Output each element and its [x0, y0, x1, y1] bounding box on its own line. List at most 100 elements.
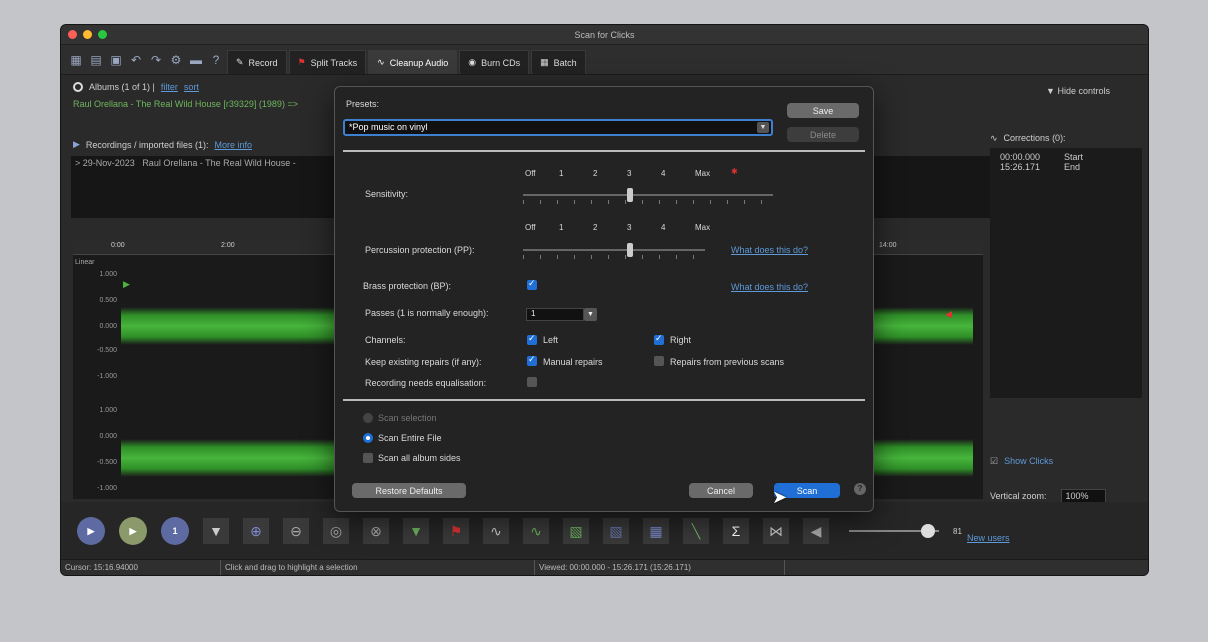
redo-icon[interactable]: ↷: [147, 51, 165, 69]
play-selection-button[interactable]: ▶: [119, 517, 147, 545]
axis-label: 0.500: [99, 297, 117, 304]
waveform-icon: ∿: [377, 57, 385, 67]
folder-icon[interactable]: ▬: [187, 51, 205, 69]
zoom-in-icon[interactable]: ⊕: [243, 518, 269, 544]
percussion-thumb[interactable]: [627, 243, 633, 257]
marker-down-icon[interactable]: ▼: [403, 518, 429, 544]
scan-selection-radio[interactable]: [363, 413, 373, 423]
cancel-button[interactable]: Cancel: [689, 483, 753, 498]
percussion-help-link[interactable]: What does this do?: [731, 245, 808, 255]
sensitivity-thumb[interactable]: [627, 188, 633, 202]
correction-time: 00:00.000: [1000, 152, 1041, 162]
sort-link[interactable]: sort: [184, 82, 199, 92]
preset-select[interactable]: *Pop music on vinyl ▼: [343, 119, 773, 136]
right-channel-checkbox[interactable]: [654, 333, 664, 345]
volume-thumb[interactable]: [921, 524, 935, 538]
album-radio-icon[interactable]: [73, 82, 83, 92]
play-button[interactable]: ▶: [77, 517, 105, 545]
list-item[interactable]: 15:26.171 End: [1000, 162, 1132, 172]
record-tab-icon: ✎: [236, 57, 244, 67]
main-toolbar: ▦ ▤ ▣ ↶ ↷ ⚙ ▬ ? ✎ Record ⚑ Split Tracks ∿ C…: [61, 45, 1148, 75]
previous-repairs-checkbox[interactable]: [654, 356, 664, 366]
restore-defaults-button[interactable]: Restore Defaults: [352, 483, 466, 498]
close-window-button[interactable]: [68, 30, 77, 39]
slider-tick-label: Off: [525, 223, 536, 232]
new-users-link[interactable]: New users: [967, 533, 1010, 543]
mouse-pointer-icon: ➤: [772, 487, 788, 507]
ruler-tick: 2:00: [221, 242, 235, 249]
passes-value: 1: [531, 309, 536, 318]
play-one-button[interactable]: 1: [161, 517, 189, 545]
left-channel-checkbox[interactable]: [527, 333, 537, 345]
hatch-blue-icon[interactable]: ▧: [603, 518, 629, 544]
percussion-label: Percussion protection (PP):: [365, 245, 475, 255]
window-title: Scan for Clicks: [574, 29, 635, 40]
status-viewed: Viewed: 00:00.000 - 15:26.171 (15:26.171…: [535, 560, 785, 575]
corrections-list[interactable]: 00:00.000 Start 15:26.171 End: [990, 148, 1142, 398]
undo-icon[interactable]: ↶: [127, 51, 145, 69]
previous-repairs-label: Repairs from previous scans: [670, 357, 785, 367]
delete-preset-button[interactable]: Delete: [787, 127, 859, 142]
tab-split-tracks[interactable]: ⚑ Split Tracks: [288, 50, 367, 74]
zoom-out-icon[interactable]: ⊖: [283, 518, 309, 544]
tab-cleanup-audio[interactable]: ∿ Cleanup Audio: [368, 50, 458, 74]
tab-burn-cds[interactable]: ◉ Burn CDs: [459, 50, 530, 74]
tab-batch[interactable]: ▦ Batch: [531, 50, 586, 74]
more-info-link[interactable]: More info: [214, 140, 252, 150]
new-project-icon[interactable]: ▦: [67, 51, 85, 69]
save-icon[interactable]: ▣: [107, 51, 125, 69]
axis-label: -1.000: [97, 373, 117, 380]
show-clicks-label: Show Clicks: [1004, 456, 1054, 466]
zoom-reset-icon[interactable]: ⊗: [363, 518, 389, 544]
brass-checkbox[interactable]: [527, 278, 537, 290]
equalisation-checkbox[interactable]: [527, 377, 537, 387]
slider-tick-mark: [523, 255, 524, 259]
filter-icon[interactable]: ▼: [203, 518, 229, 544]
axis-label: -0.500: [97, 459, 117, 466]
filter-link[interactable]: filter: [161, 82, 178, 92]
status-bar: Cursor: 15:16.94000 Click and drag to hi…: [61, 559, 1148, 575]
line-tool-icon[interactable]: ╲: [683, 518, 709, 544]
slider-tick-label: Max: [695, 169, 711, 178]
hide-controls-button[interactable]: ▼ Hide controls: [1046, 86, 1110, 96]
start-marker-icon[interactable]: ▶: [123, 279, 130, 290]
help-icon[interactable]: ?: [207, 51, 225, 69]
scan-entire-radio[interactable]: [363, 433, 373, 443]
sensitivity-slider[interactable]: [523, 188, 773, 204]
chevron-down-icon[interactable]: ▼: [757, 122, 769, 133]
sigma-icon[interactable]: Σ: [723, 518, 749, 544]
slider-tick-mark: [659, 200, 660, 204]
vertical-zoom-select[interactable]: 100%: [1060, 489, 1106, 503]
open-folder-icon[interactable]: ▤: [87, 51, 105, 69]
manual-repairs-checkbox[interactable]: [527, 354, 537, 366]
show-clicks-checkbox[interactable]: ☑: [990, 456, 998, 467]
minimize-window-button[interactable]: [83, 30, 92, 39]
scan-all-sides-checkbox[interactable]: [363, 453, 373, 463]
list-item[interactable]: 00:00.000 Start: [1000, 152, 1132, 162]
slider-tick-label: 3: [627, 169, 632, 178]
click-waveform-icon[interactable]: ∿: [483, 518, 509, 544]
slider-tick-mark: [642, 200, 643, 204]
slider-tick-mark: [540, 200, 541, 204]
brass-help-link[interactable]: What does this do?: [731, 282, 808, 292]
tab-record[interactable]: ✎ Record: [227, 50, 287, 74]
hide-controls-label: Hide controls: [1057, 86, 1110, 96]
show-clicks-row[interactable]: ☑ Show Clicks: [990, 456, 1142, 467]
slider-tick-mark: [761, 200, 762, 204]
save-preset-button[interactable]: Save: [787, 103, 859, 118]
split-marker-icon[interactable]: ⚑: [443, 518, 469, 544]
zoom-fit-icon[interactable]: ◎: [323, 518, 349, 544]
help-icon[interactable]: ?: [854, 483, 866, 495]
zoom-window-button[interactable]: [98, 30, 107, 39]
chevron-down-icon[interactable]: ▼: [584, 308, 597, 321]
calendar-icon[interactable]: ▦: [643, 518, 669, 544]
repair-waveform-icon[interactable]: ∿: [523, 518, 549, 544]
bowtie-icon[interactable]: ⋈: [763, 518, 789, 544]
volume-slider[interactable]: [849, 524, 939, 538]
end-marker-icon[interactable]: ◀: [945, 309, 952, 320]
speaker-icon[interactable]: ◀: [803, 518, 829, 544]
hatch-green-icon[interactable]: ▧: [563, 518, 589, 544]
passes-select[interactable]: 1 ▼: [526, 308, 597, 321]
percussion-slider[interactable]: [523, 243, 705, 259]
settings-gear-icon[interactable]: ⚙: [167, 51, 185, 69]
